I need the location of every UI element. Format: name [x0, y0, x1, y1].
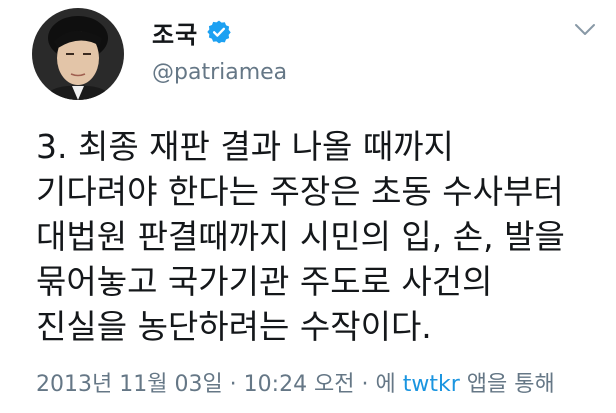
chevron-down-icon[interactable] [574, 22, 596, 36]
username-handle[interactable]: @patriamea [152, 60, 287, 85]
client-link[interactable]: twtkr [403, 372, 460, 397]
tweet-timestamp[interactable]: 2013년 11월 03일 · 10:24 오전 · 에 [36, 372, 396, 397]
display-name[interactable]: 조국 [152, 15, 198, 50]
tweet-text-line: 묶어놓고 국가기관 주도로 사건의 [36, 262, 493, 301]
tweet-card: 조국 @patriamea 3. 최종 재판 결과 나올 때까지 기다려야 한다… [0, 0, 616, 413]
tweet-text: 3. 최종 재판 결과 나올 때까지 기다려야 한다는 주장은 초동 수사부터 … [36, 124, 596, 349]
tweet-text-line: 기다려야 한다는 주장은 초동 수사부터 [36, 172, 564, 211]
tweet-text-line: 대법원 판결때까지 시민의 입, 손, 발을 [36, 217, 565, 256]
tweet-text-line: 진실을 농단하려는 수작이다. [36, 307, 432, 346]
author-row: 조국 [152, 14, 232, 50]
tweet-text-line: 3. 최종 재판 결과 나올 때까지 [36, 127, 454, 166]
avatar[interactable] [32, 8, 124, 100]
verified-badge-icon [206, 19, 232, 45]
client-suffix: 앱을 통해 [466, 372, 555, 397]
tweet-metadata: 2013년 11월 03일 · 10:24 오전 · 에 twtkr 앱을 통해 [36, 366, 555, 398]
